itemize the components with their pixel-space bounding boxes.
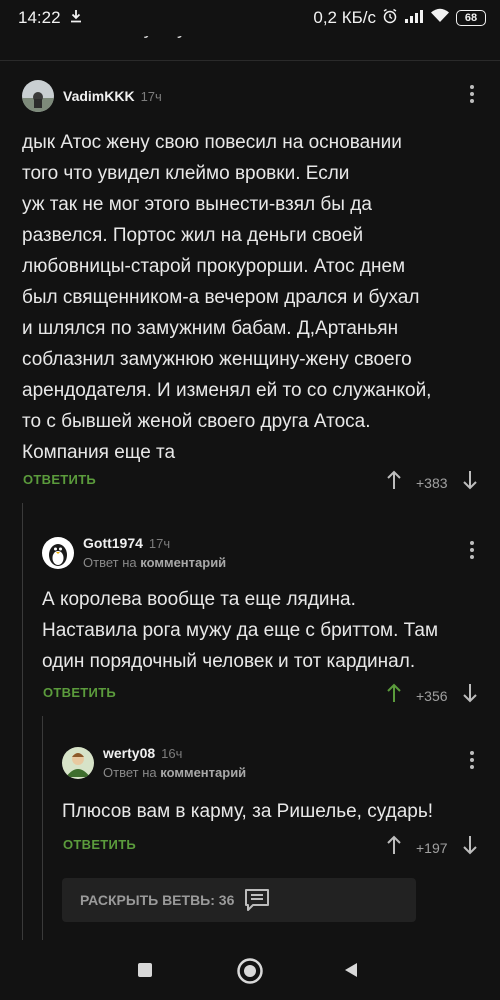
comment-time: 17ч	[148, 536, 171, 551]
status-bar: 14:22 0,2 КБ/с 68	[0, 0, 500, 36]
signal-icon	[404, 8, 424, 28]
comment-header: VadimKKK 17ч	[22, 80, 162, 112]
comment-time: 17ч	[140, 88, 162, 104]
comment-icon	[244, 888, 270, 912]
reply-button[interactable]: ОТВЕТИТЬ	[63, 837, 136, 852]
reply-reference: Ответ на комментарий	[103, 765, 247, 780]
thread-line	[42, 716, 43, 940]
wifi-icon	[430, 8, 450, 28]
upvote-icon[interactable]	[386, 835, 402, 860]
comment-header: werty08 16ч Ответ на комментарий	[62, 745, 246, 780]
battery-icon: 68	[456, 10, 486, 26]
parent-comment-link[interactable]: комментарий	[160, 765, 246, 780]
downvote-icon[interactable]	[462, 835, 478, 860]
upvote-icon[interactable]	[386, 470, 402, 495]
expand-branch-button[interactable]: РАСКРЫТЬ ВЕТВЬ: 36	[62, 878, 416, 922]
network-speed: 0,2 КБ/с	[313, 8, 376, 27]
comment-text: А королева вообще та еще лядина. Настави…	[42, 589, 439, 672]
comment-time: 16ч	[161, 746, 183, 761]
comment-header: Gott1974 17ч Ответ на комментарий	[42, 535, 226, 570]
score: +356	[416, 687, 448, 704]
more-options-icon[interactable]	[469, 541, 475, 559]
home-button[interactable]	[236, 957, 264, 990]
recent-apps-button[interactable]	[138, 963, 152, 982]
downvote-icon[interactable]	[462, 470, 478, 495]
reply-reference: Ответ на комментарий	[83, 555, 227, 570]
vote-controls: +197	[386, 835, 478, 860]
system-navigation-bar	[0, 940, 500, 1000]
upvote-icon-active[interactable]	[386, 683, 402, 708]
comment-text: дык Атос жену свою повесил на основании …	[22, 132, 432, 463]
alarm-icon	[382, 8, 398, 29]
score: +383	[416, 474, 448, 491]
vote-controls: +356	[386, 683, 478, 708]
comment-text: Плюсов вам в карму, за Ришелье, сударь!	[62, 801, 434, 822]
username[interactable]: werty08	[103, 745, 155, 761]
username[interactable]: VadimKKK	[63, 88, 135, 104]
reply-button[interactable]: ОТВЕТИТЬ	[43, 685, 116, 700]
parent-comment-link[interactable]: комментарий	[140, 555, 226, 570]
back-button[interactable]	[344, 962, 358, 983]
avatar[interactable]	[22, 80, 54, 112]
download-icon	[69, 8, 83, 28]
more-options-icon[interactable]	[469, 751, 475, 769]
more-options-icon[interactable]	[469, 85, 475, 103]
avatar[interactable]	[62, 746, 94, 779]
thread-line	[22, 503, 23, 940]
avatar[interactable]	[42, 536, 74, 569]
reply-button[interactable]: ОТВЕТИТЬ	[23, 472, 96, 487]
clock: 14:22	[18, 8, 61, 27]
downvote-icon[interactable]	[462, 683, 478, 708]
divider	[0, 60, 500, 61]
expand-branch-label: РАСКРЫТЬ ВЕТВЬ: 36	[80, 892, 235, 908]
vote-controls: +383	[386, 470, 478, 495]
score: +197	[416, 839, 448, 856]
username[interactable]: Gott1974	[83, 535, 143, 551]
